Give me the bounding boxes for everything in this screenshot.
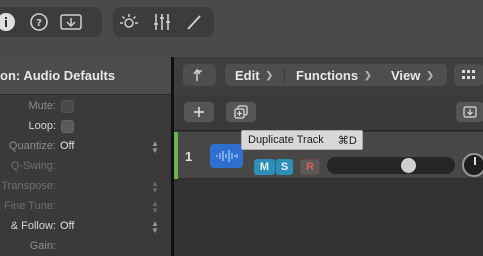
edit-menu[interactable]: Edit ❯ [235,64,273,86]
q-swing-label: Q-Swing: [10,160,56,172]
transpose-row[interactable]: Transpose: ▲ ▼ [0,177,171,197]
brightness-icon [120,14,138,28]
tooltip-shortcut: ⌘D [337,134,357,147]
inspector-header[interactable]: on: Audio Defaults [0,57,171,95]
follow-label: & Follow: [10,220,56,232]
edit-menu-label: Edit [235,67,260,83]
tracks-menubar: Edit ❯ Functions ❯ View ❯ [174,57,483,95]
loop-checkbox[interactable] [61,120,74,133]
mute-checkbox[interactable] [61,100,74,113]
chevron-down-icon: ❯ [265,69,274,80]
quantize-label: Quantize: [8,140,56,152]
record-enable-button[interactable]: R [300,159,320,175]
q-swing-row: Q-Swing: [0,157,171,177]
inspector-title: on: Audio Defaults [0,68,116,83]
svg-text:?: ? [36,18,42,29]
info-button[interactable] [0,10,18,34]
chevron-down-icon: ❯ [364,69,372,80]
duplicate-track-button[interactable] [226,102,256,122]
audio-track-icon[interactable] [210,144,243,168]
view-menu[interactable]: View ❯ [391,64,434,86]
follow-value[interactable]: Off [60,220,74,232]
mixer-button[interactable] [150,10,174,34]
import-button[interactable] [456,102,483,122]
download-icon [463,106,477,118]
mute-label: Mute: [28,100,56,112]
gain-row: Gain: [0,237,171,256]
grid-button[interactable] [454,64,483,86]
grid-icon [462,70,475,79]
menu-separator [284,68,285,82]
duplicate-track-tooltip: Duplicate Track ⌘D [241,130,363,150]
back-arrow-icon [192,68,202,81]
fine-tune-label: Fine Tune: [4,200,56,212]
transpose-stepper-icon[interactable]: ▲ ▼ [150,180,160,195]
help-button[interactable]: ? [27,10,51,34]
track-number: 1 [185,149,193,164]
pan-knob-indicator [474,157,476,165]
quantize-stepper-icon[interactable]: ▲ ▼ [150,140,160,155]
info-icon [0,13,15,31]
functions-menu-label: Functions [296,67,359,83]
brightness-button[interactable] [117,10,141,34]
menu-group: Edit ❯ Functions ❯ View ❯ [225,64,447,86]
pan-knob[interactable] [462,153,483,177]
mute-button[interactable]: M [254,159,275,175]
track-color-bar [174,132,178,179]
download-button[interactable] [58,10,84,34]
duplicate-icon [234,105,248,119]
pencil-icon [187,15,201,30]
follow-stepper-icon[interactable]: ▲ ▼ [150,220,160,235]
mute-row: Mute: [0,97,171,117]
chevron-down-icon: ❯ [426,69,434,80]
track-toolbar [174,95,483,131]
add-track-button[interactable] [184,102,214,122]
quantize-value[interactable]: Off [60,140,74,152]
follow-row[interactable]: & Follow: Off ▲ ▼ [0,217,171,237]
fine-tune-stepper-icon[interactable]: ▲ ▼ [150,200,160,215]
back-button[interactable] [183,64,216,86]
loop-label: Loop: [28,120,56,132]
tooltip-text: Duplicate Track [248,134,324,146]
fine-tune-row[interactable]: Fine Tune: ▲ ▼ [0,197,171,217]
plus-icon [194,107,204,117]
view-menu-label: View [391,67,421,83]
mixer-icon [154,14,170,30]
loop-row: Loop: [0,117,171,137]
functions-menu[interactable]: Functions ❯ [296,64,372,86]
help-icon: ? [30,13,48,31]
control-bar: ? [0,0,483,57]
download-icon [60,14,82,30]
region-inspector: on: Audio Defaults Mute: Loop: Quantize:… [0,57,171,256]
waveform-icon [215,150,238,162]
solo-button[interactable]: S [275,159,293,175]
volume-slider[interactable] [327,157,455,174]
quantize-row[interactable]: Quantize: Off ▲ ▼ [0,137,171,157]
pencil-button[interactable] [182,10,206,34]
transpose-label: Transpose: [1,180,56,192]
gain-label: Gain: [29,240,56,252]
